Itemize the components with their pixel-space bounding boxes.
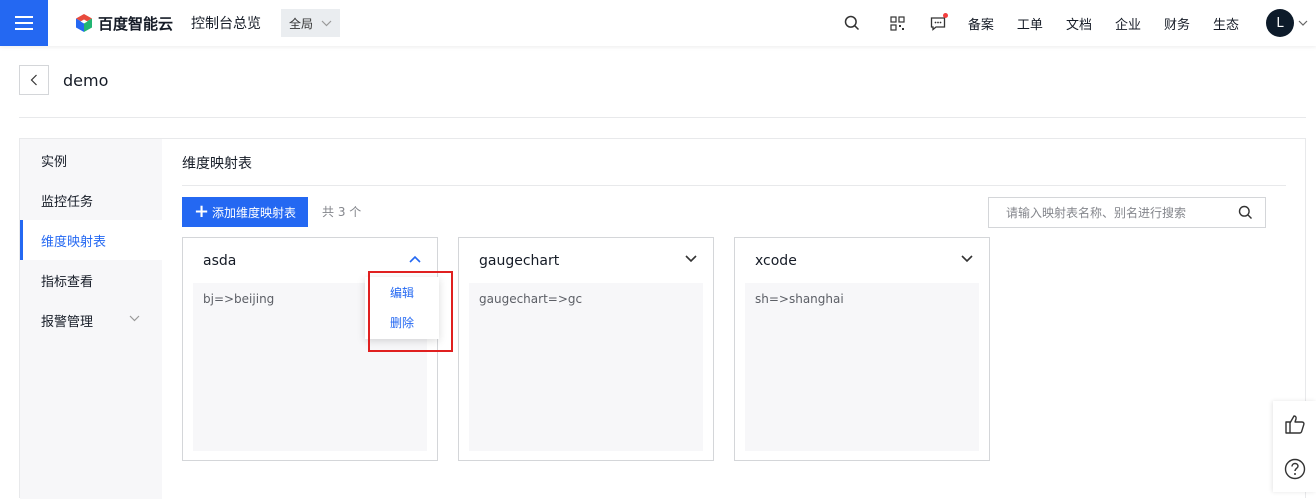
thumbs-up-icon xyxy=(1284,414,1305,434)
chevron-up-icon[interactable] xyxy=(409,255,421,263)
nav-link-finance[interactable]: 财务 xyxy=(1164,14,1190,33)
card-title: xcode xyxy=(755,253,797,269)
nav-link-enterprise[interactable]: 企业 xyxy=(1115,14,1141,33)
sidebar-item-label: 监控任务 xyxy=(41,194,94,210)
map-card: xcode sh=>shanghai xyxy=(734,237,990,461)
search-box xyxy=(988,197,1266,228)
help-button[interactable] xyxy=(1273,446,1316,491)
search-input[interactable] xyxy=(1006,198,1246,227)
header-divider xyxy=(19,117,1306,118)
nav-link-beian[interactable]: 备案 xyxy=(968,14,994,33)
sidebar-item-label: 维度映射表 xyxy=(41,234,107,250)
chevron-down-icon[interactable] xyxy=(685,255,697,263)
sidebar-item-alarms[interactable]: 报警管理 xyxy=(20,300,162,340)
sidebar-item-dimension-maps[interactable]: 维度映射表 xyxy=(20,220,162,260)
hamburger-icon xyxy=(15,16,33,30)
cube-logo-icon xyxy=(76,14,92,32)
help-icon xyxy=(1284,458,1305,479)
sidebar-item-label: 报警管理 xyxy=(41,314,94,330)
card-title: asda xyxy=(203,253,237,269)
search-icon[interactable] xyxy=(1238,205,1253,220)
top-navbar: 百度智能云 控制台总览 全局 备案 工单 文档 企业 财务 生态 L xyxy=(0,0,1316,46)
add-button-label: 添加维度映射表 xyxy=(212,205,297,220)
total-count: 共 3 个 xyxy=(322,205,362,219)
region-label: 全局 xyxy=(289,16,314,31)
back-button[interactable] xyxy=(19,65,49,95)
search-button[interactable] xyxy=(842,13,862,33)
plus-icon: + xyxy=(193,201,210,222)
card-content: gaugechart=>gc xyxy=(469,283,703,451)
sidebar-item-label: 实例 xyxy=(41,154,68,170)
page-header: demo xyxy=(19,65,108,95)
floating-toolbar xyxy=(1273,401,1316,492)
brand-name: 百度智能云 xyxy=(98,14,174,33)
messages-button[interactable] xyxy=(928,13,948,33)
brand-logo[interactable]: 百度智能云 xyxy=(74,13,173,34)
chevron-down-icon[interactable] xyxy=(1298,20,1308,26)
chevron-down-icon[interactable] xyxy=(961,255,973,263)
unread-dot xyxy=(942,13,948,18)
apps-button[interactable] xyxy=(888,13,908,33)
map-card: gaugechart gaugechart=>gc xyxy=(458,237,714,461)
section-divider xyxy=(182,185,1286,186)
main-panel: 实例 监控任务 维度映射表 指标查看 报警管理 维度映射表 + 添加维度映射表 … xyxy=(19,138,1306,499)
chevron-down-icon xyxy=(129,315,140,322)
nav-link-ecosystem[interactable]: 生态 xyxy=(1213,14,1239,33)
console-overview-link[interactable]: 控制台总览 xyxy=(191,13,261,33)
nav-link-docs[interactable]: 文档 xyxy=(1066,14,1092,33)
page-title: demo xyxy=(63,70,109,90)
top-right-group: 备案 工单 文档 企业 财务 生态 L xyxy=(842,0,1316,46)
card-title: gaugechart xyxy=(479,253,560,269)
chevron-down-icon xyxy=(321,20,332,26)
nav-link-ticket[interactable]: 工单 xyxy=(1017,14,1043,33)
menu-button[interactable] xyxy=(0,0,48,46)
chevron-left-icon xyxy=(30,74,37,86)
sidebar-item-monitor-tasks[interactable]: 监控任务 xyxy=(20,180,162,220)
sidebar-item-metrics[interactable]: 指标查看 xyxy=(20,260,162,300)
avatar[interactable]: L xyxy=(1266,9,1294,37)
grid-icon xyxy=(890,15,906,31)
like-button[interactable] xyxy=(1273,401,1316,446)
card-content: sh=>shanghai xyxy=(745,283,979,451)
highlight-box xyxy=(368,271,453,352)
add-dimension-map-button[interactable]: + 添加维度映射表 xyxy=(182,197,308,227)
sidebar-item-label: 指标查看 xyxy=(41,274,94,290)
region-selector[interactable]: 全局 xyxy=(281,9,341,37)
section-title: 维度映射表 xyxy=(182,156,252,172)
sidebar: 实例 监控任务 维度映射表 指标查看 报警管理 xyxy=(20,139,162,499)
search-icon xyxy=(844,15,859,31)
sidebar-item-instances[interactable]: 实例 xyxy=(20,140,162,180)
